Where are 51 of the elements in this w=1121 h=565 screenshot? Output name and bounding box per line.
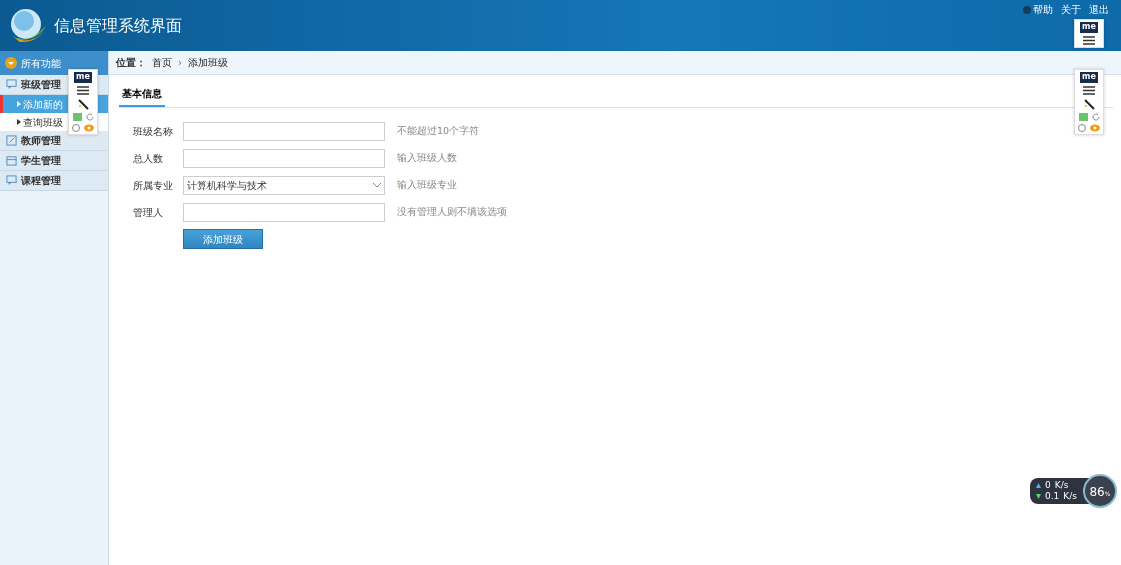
header-link[interactable]: 退出	[1089, 2, 1109, 17]
download-speed: 0.1	[1045, 491, 1060, 502]
field-hint: 输入班级专业	[397, 178, 457, 193]
header-link[interactable]: 帮助	[1033, 2, 1053, 17]
extension-logo[interactable]: me	[74, 72, 92, 83]
sidebar-title: 所有功能	[21, 56, 61, 71]
extension-logo[interactable]: me	[1080, 22, 1098, 33]
refresh-icon[interactable]	[1091, 112, 1100, 121]
screen-icon[interactable]	[72, 112, 82, 121]
collapse-icon[interactable]	[5, 57, 17, 69]
speed-unit: K/s	[1054, 480, 1069, 491]
upload-arrow-icon	[1036, 483, 1041, 489]
breadcrumb-label: 位置：	[116, 56, 146, 70]
header-link[interactable]: 关于	[1061, 2, 1081, 17]
field-label: 所属专业	[133, 179, 174, 193]
edit-icon	[6, 135, 17, 146]
field-label: 管理人	[133, 206, 164, 220]
tab[interactable]: 基本信息	[119, 83, 165, 107]
input-field[interactable]	[183, 149, 385, 168]
calendar-icon	[6, 155, 17, 166]
field-label: 总人数	[133, 152, 164, 166]
triangle-icon	[17, 119, 21, 125]
field-hint: 不能超过10个字符	[397, 124, 480, 139]
magic-wand-icon[interactable]	[77, 97, 89, 110]
breadcrumb-link[interactable]: 添加班级	[188, 55, 228, 70]
refresh-icon[interactable]	[85, 112, 94, 121]
input-field[interactable]	[183, 203, 385, 222]
menu-icon[interactable]	[1083, 85, 1095, 95]
menu-icon[interactable]	[77, 85, 89, 95]
breadcrumb-link[interactable]: 首页	[152, 55, 172, 70]
field-hint: 没有管理人则不填该选项	[397, 205, 507, 220]
magic-wand-icon[interactable]	[1083, 97, 1095, 110]
select-value: 计算机科学与技术	[187, 179, 267, 193]
triangle-icon	[17, 101, 21, 107]
chat-icon	[6, 79, 17, 90]
extension-logo[interactable]: me	[1080, 72, 1098, 83]
app-title: 信息管理系统界面	[54, 14, 182, 37]
input-field[interactable]	[183, 122, 385, 141]
chevron-icon	[373, 183, 381, 188]
field-hint: 输入班级人数	[397, 151, 457, 166]
field-label: 班级名称	[133, 125, 174, 139]
chat-icon	[6, 175, 17, 186]
download-arrow-icon	[1036, 493, 1041, 499]
screen-icon[interactable]	[1078, 112, 1088, 121]
breadcrumb-separator: ›	[178, 56, 182, 70]
menu-icon[interactable]	[1083, 35, 1095, 45]
select-field[interactable]: 计算机科学与技术	[183, 176, 385, 195]
eye-icon[interactable]	[84, 123, 94, 132]
eye-icon[interactable]	[1090, 123, 1100, 132]
speed-unit: K/s	[1063, 491, 1077, 502]
upload-speed: 0	[1045, 480, 1051, 491]
